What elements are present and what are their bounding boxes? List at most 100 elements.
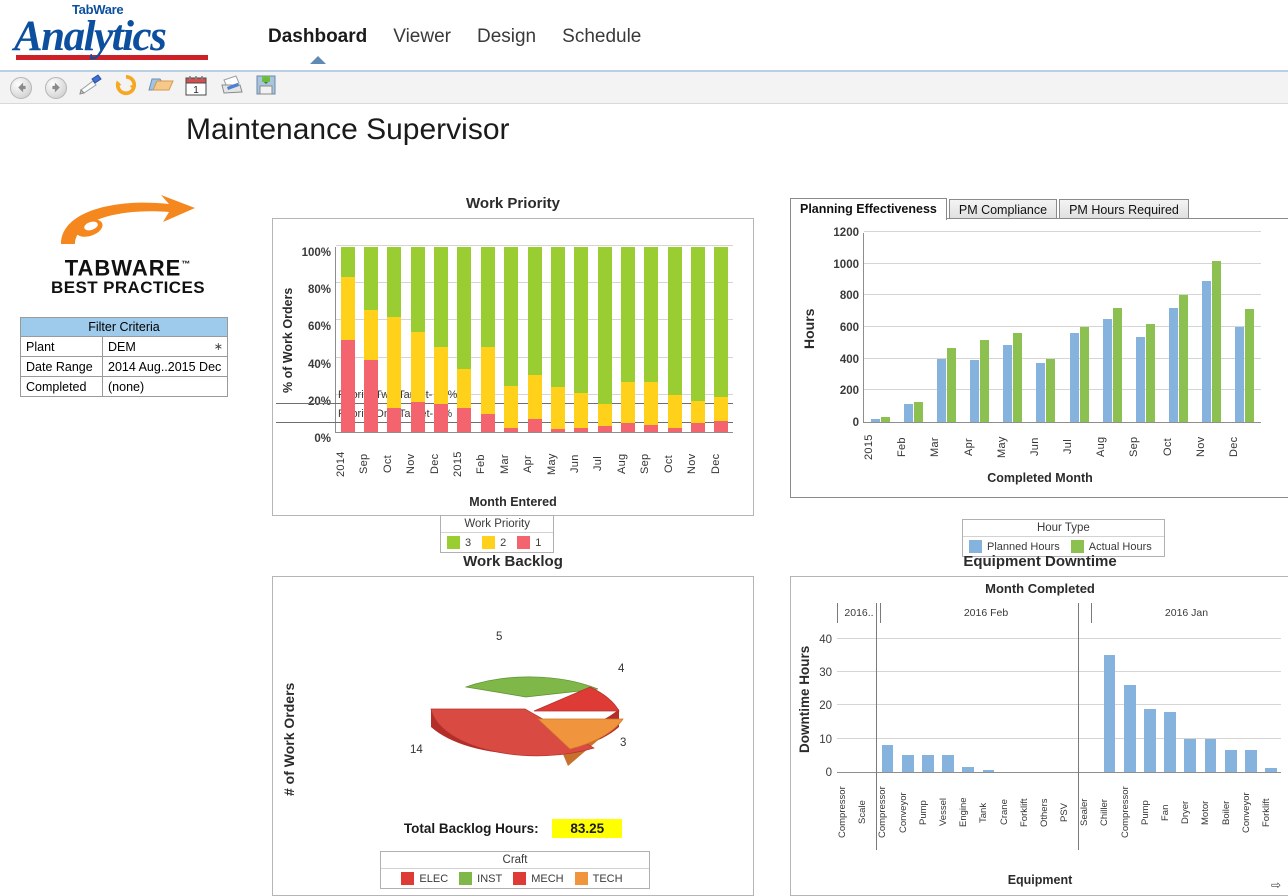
bar-segment-priority-3	[387, 247, 402, 318]
bar-planned-hours	[871, 418, 881, 422]
bar	[1123, 685, 1136, 772]
bar-segment-priority-1	[504, 428, 519, 432]
bar-column	[898, 623, 918, 772]
bar	[1164, 712, 1176, 772]
pie-label-tech: 3	[620, 737, 627, 749]
planning-effectiveness-plot-area: Hours 0 200 400 600 800 1000 1200 2015 Feb Mar Ap…	[790, 218, 1288, 498]
logo-subtitle: BEST PRACTICES	[51, 278, 205, 298]
filter-value-date-range[interactable]: 2014 Aug..2015 Dec	[102, 356, 228, 378]
bar-column	[876, 603, 897, 850]
legend-swatch	[969, 540, 982, 553]
stacked-bar	[457, 247, 472, 432]
x-tick-label: Feb	[896, 437, 909, 457]
nav-item-design[interactable]: Design	[477, 26, 536, 51]
stacked-bar	[364, 247, 379, 432]
bar-planned-hours	[904, 403, 914, 422]
x-tick-label: Jun	[1028, 437, 1041, 457]
bar-planned-hours	[1069, 332, 1079, 422]
scroll-right-arrow-icon[interactable]: ⇨	[1271, 878, 1281, 892]
x-tick-label: Dryer	[1180, 800, 1192, 825]
x-tick-label: Oct	[662, 455, 675, 474]
x-tick-label: Compressor	[837, 786, 848, 839]
bar	[901, 755, 914, 772]
bar-planned-hours	[1168, 308, 1178, 422]
stacked-bar	[387, 247, 402, 432]
open-folder-button[interactable]	[146, 74, 176, 102]
x-tick-label: Crane	[998, 799, 1010, 826]
bar-segment-priority-2	[434, 346, 449, 405]
chevron-down-icon[interactable]: ∗	[214, 340, 223, 353]
stacked-bar	[410, 247, 425, 432]
work-backlog-title: Work Backlog	[463, 553, 563, 570]
bar-planned-hours	[970, 360, 980, 422]
bar-segment-priority-2	[597, 404, 612, 427]
bar-column	[570, 247, 593, 432]
forward-button[interactable]	[41, 74, 71, 102]
bar-segment-priority-2	[364, 309, 379, 360]
bar-column	[1129, 233, 1162, 422]
stacked-bar	[574, 247, 589, 432]
pie-label-inst: 5	[496, 631, 503, 643]
x-tick-label: Engine	[958, 797, 970, 828]
stacked-bar	[597, 247, 612, 432]
bar-segment-priority-2	[667, 395, 682, 429]
bar-segment-priority-1	[714, 420, 729, 432]
y-tick-label: 20	[819, 700, 832, 713]
back-button[interactable]	[6, 74, 36, 102]
work-priority-y-axis-label: % of Work Orders	[281, 287, 295, 393]
nav-item-schedule[interactable]: Schedule	[562, 26, 641, 51]
open-folder-icon	[148, 74, 174, 101]
x-tick-label: May	[545, 453, 558, 475]
tab-pm-hours-required[interactable]: PM Hours Required	[1059, 199, 1189, 220]
bar-segment-priority-3	[480, 247, 495, 347]
bar-segment-priority-1	[667, 428, 682, 432]
filter-value-plant[interactable]: DEM ∗	[102, 336, 228, 358]
bar-column	[1078, 603, 1099, 850]
bar	[962, 767, 975, 772]
bar-segment-priority-1	[574, 428, 589, 432]
filter-value-completed[interactable]: (none)	[102, 376, 228, 398]
bar-segment-priority-3	[574, 247, 589, 394]
x-tick-label: Boiler	[1220, 800, 1232, 825]
calendar-button[interactable]: 1	[181, 74, 211, 102]
bar-segment-priority-2	[480, 346, 495, 414]
bar-column	[1221, 623, 1241, 772]
bar-segment-priority-1	[434, 404, 449, 432]
equipment-downtime-group-axis-title: Month Completed	[985, 581, 1095, 596]
bar-segment-priority-1	[597, 426, 612, 432]
bar	[881, 745, 894, 772]
save-button[interactable]	[251, 74, 281, 102]
legend-swatch	[401, 872, 415, 885]
legend-label: 2	[500, 536, 507, 549]
equipment-downtime-title: Equipment Downtime	[963, 553, 1117, 570]
tab-pm-compliance[interactable]: PM Compliance	[948, 199, 1058, 220]
work-priority-bars: 0%20%40%60%80%100%Priority Two Target- 1…	[276, 245, 733, 445]
y-tick-label: 0	[852, 417, 859, 429]
bar-segment-priority-2	[550, 386, 565, 430]
bar-column	[593, 247, 616, 432]
bar-segment-priority-1	[644, 424, 659, 432]
bar-segment-priority-2	[644, 382, 659, 425]
bar-planned-hours	[1036, 363, 1046, 422]
month-group-label: 2016..	[837, 603, 880, 623]
edit-button[interactable]	[76, 74, 106, 102]
x-tick-label: Conveyor	[897, 792, 909, 833]
x-tick-label: Forklift	[1260, 798, 1272, 827]
bar-column	[359, 247, 382, 432]
work-priority-plot-area: % of Work Orders 0% 20% 40% 60% 80% 100% Prior…	[272, 218, 754, 516]
x-tick-label: Dec	[1227, 436, 1240, 458]
table-row: Completed (none)	[20, 376, 228, 398]
back-icon	[10, 76, 32, 99]
nav-item-dashboard[interactable]: Dashboard	[268, 26, 367, 64]
nav-item-viewer[interactable]: Viewer	[393, 26, 451, 51]
bar-column	[383, 247, 406, 432]
stacked-bar	[340, 247, 355, 432]
print-button[interactable]	[216, 74, 246, 102]
bar-segment-priority-3	[434, 247, 449, 347]
tab-planning-effectiveness[interactable]: Planning Effectiveness	[790, 198, 947, 220]
logo-name: TABWARE™	[20, 254, 236, 279]
bar-column	[453, 247, 476, 432]
x-tick-label: Mar	[498, 454, 511, 474]
refresh-button[interactable]	[111, 74, 141, 102]
table-row: Plant DEM ∗	[20, 336, 228, 358]
